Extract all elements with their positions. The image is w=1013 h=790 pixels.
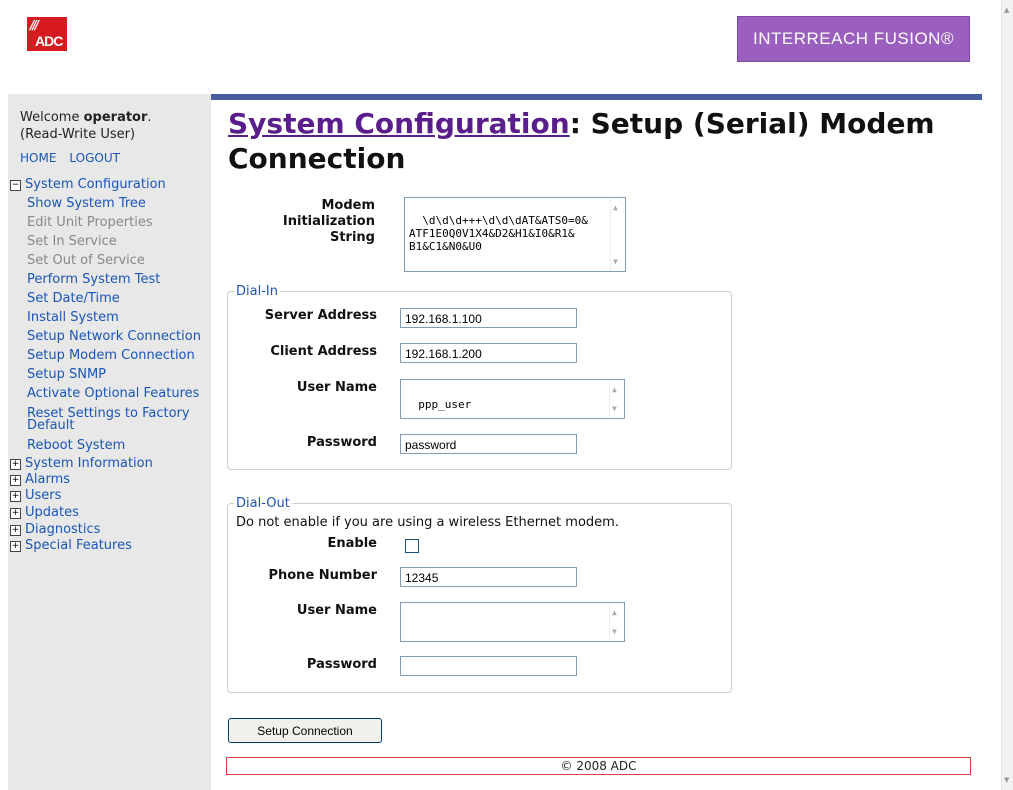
- collapse-icon[interactable]: −: [10, 180, 21, 191]
- sidebar-item-setup-modem-connection[interactable]: Setup Modem Connection: [10, 346, 210, 365]
- scroll-down-icon[interactable]: ▼: [612, 625, 617, 638]
- sidebar-section-label: Alarms: [25, 472, 71, 487]
- sidebar-item-setup-snmp[interactable]: Setup SNMP: [10, 365, 210, 384]
- sidebar-section-label: Users: [25, 488, 62, 503]
- logo-mark-icon: ///: [30, 18, 39, 32]
- client-address-label: Client Address: [270, 344, 377, 359]
- sidebar-item-set-date-time[interactable]: Set Date/Time: [10, 289, 210, 308]
- title-link-system-configuration[interactable]: System Configuration: [228, 107, 570, 140]
- welcome-prefix: Welcome: [20, 110, 84, 125]
- enable-label: Enable: [327, 536, 378, 551]
- dialin-username-label: User Name: [296, 380, 377, 395]
- sidebar-item-install-system[interactable]: Install System: [10, 308, 210, 327]
- sidebar-section-label: Updates: [25, 505, 79, 520]
- expand-icon[interactable]: +: [10, 508, 21, 519]
- sidebar-section-label: Diagnostics: [25, 522, 101, 537]
- page-scrollbar[interactable]: ▲ ▼: [1001, 0, 1013, 790]
- sidebar-section-updates[interactable]: + Updates: [10, 504, 210, 521]
- scroll-up-icon[interactable]: ▲: [613, 201, 618, 214]
- expand-icon[interactable]: +: [10, 491, 21, 502]
- header-bar: [211, 94, 982, 100]
- sidebar-item-perform-system-test[interactable]: Perform System Test: [10, 270, 210, 289]
- modem-init-string-value: \d\d\d+++\d\d\dAT&ATS0=0& ATF1E0Q0V1X4&D…: [409, 214, 588, 253]
- expand-icon[interactable]: +: [10, 459, 21, 470]
- welcome-suffix: .: [147, 110, 152, 125]
- dialin-password-label: Password: [306, 435, 377, 450]
- dial-in-legend: Dial-In: [234, 284, 280, 299]
- footer-copyright: © 2008 ADC: [226, 757, 971, 775]
- sidebar-section-special-features[interactable]: + Special Features: [10, 538, 210, 553]
- expand-icon[interactable]: +: [10, 475, 21, 486]
- logout-link[interactable]: LOGOUT: [69, 151, 120, 165]
- scroll-up-icon[interactable]: ▲: [1004, 6, 1009, 14]
- sidebar-section-users[interactable]: + Users: [10, 488, 210, 504]
- dial-out-warning: Do not enable if you are using a wireles…: [236, 515, 619, 530]
- sidebar-item-set-in-service: Set In Service: [27, 234, 117, 249]
- scroll-up-icon[interactable]: ▲: [612, 606, 617, 619]
- sidebar-item-setup-network-connection[interactable]: Setup Network Connection: [10, 327, 210, 346]
- setup-connection-button[interactable]: Setup Connection: [228, 718, 382, 743]
- expand-icon[interactable]: +: [10, 541, 21, 552]
- dialin-username-input[interactable]: ppp_user ▲ ▼: [400, 379, 625, 419]
- welcome-message: Welcome operator. (Read-Write User): [20, 109, 152, 143]
- expand-icon[interactable]: +: [10, 525, 21, 536]
- sidebar-section-label: Special Features: [25, 538, 132, 553]
- sidebar-item-reset-settings[interactable]: Reset Settings to Factory Default: [10, 404, 210, 436]
- top-nav: HOME LOGOUT: [20, 151, 133, 165]
- sidebar-section-label: System Information: [25, 456, 153, 471]
- textarea-scrollbar[interactable]: ▲ ▼: [610, 198, 625, 271]
- dialout-password-input[interactable]: [400, 656, 577, 676]
- enable-checkbox[interactable]: [405, 539, 419, 553]
- interreach-fusion-logo: INTERREACH FUSION®: [737, 16, 970, 62]
- sidebar-item-edit-unit-properties: Edit Unit Properties: [27, 215, 153, 230]
- dialout-password-label: Password: [306, 657, 377, 672]
- scroll-down-icon[interactable]: ▼: [1004, 776, 1009, 784]
- sidebar-item-set-out-of-service: Set Out of Service: [27, 253, 145, 268]
- sidebar-item-show-system-tree[interactable]: Show System Tree: [10, 194, 210, 213]
- server-address-label: Server Address: [264, 308, 377, 323]
- modem-init-string-input[interactable]: \d\d\d+++\d\d\dAT&ATS0=0& ATF1E0Q0V1X4&D…: [404, 197, 626, 272]
- scroll-down-icon[interactable]: ▼: [612, 402, 617, 415]
- scroll-up-icon[interactable]: ▲: [612, 383, 617, 396]
- adc-logo: /// ADC: [27, 17, 67, 51]
- dialin-username-value: ppp_user: [418, 398, 472, 411]
- dial-out-legend: Dial-Out: [234, 496, 292, 511]
- modem-init-label-line1: Modem Initialization: [282, 198, 375, 229]
- sidebar-section-system-information[interactable]: + System Information: [10, 455, 210, 472]
- dialin-password-input[interactable]: password: [400, 434, 577, 454]
- sidebar-item-activate-optional-features[interactable]: Activate Optional Features: [10, 384, 210, 404]
- phone-number-label: Phone Number: [268, 568, 377, 583]
- sidebar-section-diagnostics[interactable]: + Diagnostics: [10, 521, 210, 538]
- logo-text: ADC: [35, 33, 63, 49]
- home-link[interactable]: HOME: [20, 151, 56, 165]
- sidebar-section-alarms[interactable]: + Alarms: [10, 472, 210, 488]
- page-title: System Configuration: Setup (Serial) Mod…: [228, 106, 988, 176]
- textarea-scrollbar[interactable]: ▲ ▼: [609, 603, 624, 641]
- server-address-input[interactable]: 192.168.1.100: [400, 308, 577, 328]
- dialout-username-label: User Name: [296, 603, 377, 618]
- username: operator: [83, 110, 148, 125]
- textarea-scrollbar[interactable]: ▲ ▼: [609, 380, 624, 418]
- sidebar-section-label: System Configuration: [25, 177, 166, 192]
- phone-number-input[interactable]: 12345: [400, 567, 577, 587]
- modem-init-label-line2: String: [329, 230, 375, 245]
- sidebar-section-system-configuration[interactable]: − System Configuration: [10, 175, 210, 194]
- scroll-down-icon[interactable]: ▼: [613, 255, 618, 268]
- dialout-username-input[interactable]: ▲ ▼: [400, 602, 625, 642]
- sidebar-menu: − System Configuration Show System Tree E…: [10, 175, 210, 553]
- sidebar-item-reboot-system[interactable]: Reboot System: [10, 436, 210, 455]
- modem-init-label: Modem Initialization String: [228, 198, 375, 246]
- user-role: (Read-Write User): [20, 127, 136, 142]
- client-address-input[interactable]: 192.168.1.200: [400, 343, 577, 363]
